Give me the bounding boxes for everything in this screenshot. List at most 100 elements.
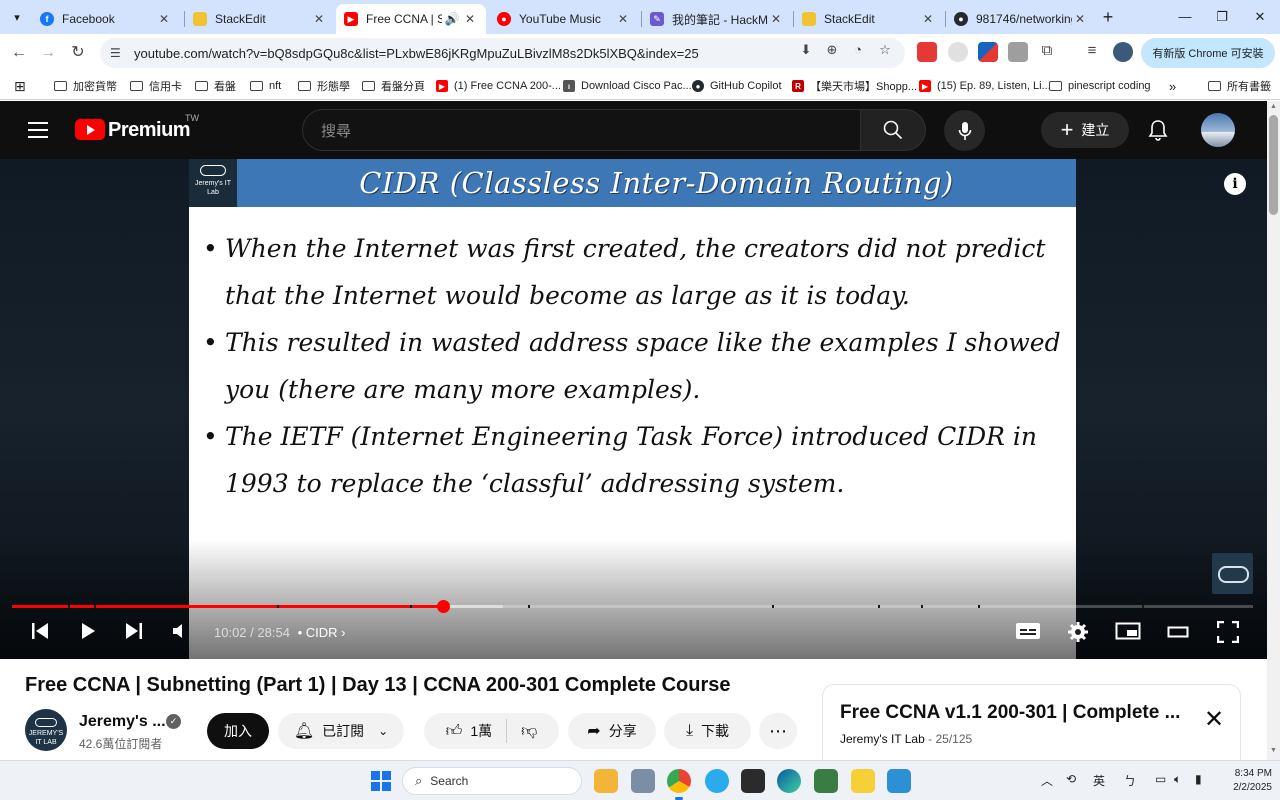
- show-hidden-icons-chevron-icon[interactable]: ︿: [1041, 772, 1053, 789]
- extension-icon[interactable]: [948, 42, 968, 62]
- info-icon[interactable]: i: [1224, 173, 1246, 195]
- edge-icon[interactable]: [777, 769, 801, 793]
- more-bookmarks-chevron-icon[interactable]: »: [1169, 77, 1176, 95]
- bookmark-folder[interactable]: pinescript coding: [1049, 77, 1151, 95]
- tab-github[interactable]: ● 981746/networking- ✕: [946, 4, 1096, 34]
- speaker-icon[interactable]: 🔈︎: [1174, 772, 1181, 787]
- create-button[interactable]: + 建立: [1041, 112, 1129, 148]
- taskbar-search-box[interactable]: ⌕ Search: [402, 767, 582, 795]
- tab-youtube-music[interactable]: ● YouTube Music ✕: [489, 4, 639, 34]
- chrome-icon[interactable]: [667, 769, 691, 793]
- new-tab-button[interactable]: +: [1098, 8, 1118, 28]
- media-control-icon[interactable]: ≡: [1083, 42, 1101, 60]
- search-input[interactable]: 搜尋: [302, 109, 861, 151]
- channel-watermark-icon[interactable]: [1212, 553, 1253, 594]
- apps-grid-icon[interactable]: ⊞: [14, 77, 26, 95]
- theater-mode-button[interactable]: [1165, 621, 1191, 647]
- file-explorer-icon[interactable]: [594, 769, 618, 793]
- back-arrow-icon[interactable]: ←: [8, 42, 30, 64]
- chrome-update-button[interactable]: 有新版 Chrome 可安裝: [1141, 38, 1275, 68]
- network-icon[interactable]: ▭: [1155, 772, 1166, 786]
- tab-hackmd[interactable]: ✎ 我的筆記 - HackMD ✕: [642, 4, 792, 34]
- search-button[interactable]: [860, 109, 926, 151]
- close-tab-icon[interactable]: ✕: [920, 12, 936, 26]
- scrubber-handle[interactable]: [436, 600, 450, 613]
- scroll-up-arrow-icon[interactable]: ▲: [1269, 103, 1278, 110]
- app-icon[interactable]: [631, 769, 655, 793]
- performance-icon[interactable]: ◔: [849, 41, 867, 59]
- tab-stackedit[interactable]: StackEdit ✕: [185, 4, 335, 34]
- app-icon[interactable]: [851, 769, 875, 793]
- subtitles-button[interactable]: [1014, 621, 1042, 647]
- miniplayer-button[interactable]: [1114, 621, 1142, 647]
- video-player[interactable]: Jeremy's IT Lab CIDR (Classless Inter-Do…: [0, 159, 1267, 659]
- bookmark-folder[interactable]: 加密貨幣: [54, 77, 117, 95]
- download-button[interactable]: ⤓ 下載: [664, 713, 751, 749]
- playlist-title[interactable]: Free CCNA v1.1 200-301 | Complete ...: [840, 702, 1185, 724]
- scroll-down-arrow-icon[interactable]: ▼: [1269, 747, 1278, 754]
- bookmark-folder[interactable]: nft: [250, 77, 281, 95]
- close-tab-icon[interactable]: ✕: [462, 12, 478, 26]
- share-button[interactable]: ➦ 分享: [568, 713, 656, 749]
- voice-search-button[interactable]: [944, 110, 985, 151]
- bookmark-folder[interactable]: 形態學: [298, 77, 350, 95]
- progress-bar[interactable]: [12, 600, 1253, 613]
- bookmark-star-icon[interactable]: ☆: [876, 41, 894, 59]
- more-actions-button[interactable]: ⋯: [759, 713, 797, 749]
- close-tab-icon[interactable]: ✕: [615, 12, 631, 26]
- extensions-puzzle-icon[interactable]: ⧉: [1038, 42, 1056, 60]
- sync-icon[interactable]: ⟲: [1066, 772, 1076, 786]
- bookmark-link[interactable]: ▶ (15) Ep. 89, Listen, Li...: [919, 77, 1051, 95]
- join-button[interactable]: 加入: [207, 713, 269, 749]
- notepad-icon[interactable]: [887, 769, 911, 793]
- bookmark-folder[interactable]: 信用卡: [130, 77, 182, 95]
- scrollbar-thumb[interactable]: [1269, 115, 1278, 215]
- channel-name[interactable]: Jeremy's ...: [79, 713, 166, 731]
- fullscreen-button[interactable]: [1215, 620, 1241, 647]
- app-icon[interactable]: [814, 769, 838, 793]
- zoom-icon[interactable]: ⊕: [823, 41, 841, 59]
- notifications-bell-icon[interactable]: [1147, 119, 1169, 141]
- site-info-icon[interactable]: ☰: [110, 46, 126, 60]
- close-tab-icon[interactable]: ✕: [311, 12, 327, 26]
- minimize-icon[interactable]: —: [1170, 6, 1200, 28]
- extension-icon[interactable]: [1008, 42, 1028, 62]
- bookmark-link[interactable]: ▶ (1) Free CCNA 200-...: [436, 77, 561, 95]
- new-extension-icon[interactable]: [917, 42, 937, 62]
- close-tab-icon[interactable]: ✕: [156, 12, 172, 26]
- address-bar[interactable]: ☰ youtube.com/watch?v=bQ8sdpGQu8c&list=P…: [100, 38, 905, 68]
- audio-playing-icon[interactable]: 🔊: [442, 12, 462, 26]
- close-playlist-icon[interactable]: ✕: [1201, 707, 1227, 733]
- ime-language-indicator[interactable]: 英: [1093, 772, 1105, 789]
- next-video-button[interactable]: [122, 621, 146, 647]
- volume-button[interactable]: [168, 621, 192, 647]
- youtube-premium-wordmark[interactable]: Premium: [108, 119, 191, 142]
- bookmark-folder[interactable]: 看盤分頁: [362, 77, 425, 95]
- close-tab-icon[interactable]: ✕: [1072, 12, 1088, 26]
- subscribed-button[interactable]: 🔔︎ 已訂閱 ⌄: [278, 713, 404, 749]
- tab-search-chevron-icon[interactable]: ▾: [6, 6, 28, 28]
- previous-video-button[interactable]: [28, 621, 52, 647]
- bookmark-link[interactable]: R 【樂天市場】Shopp...: [792, 77, 917, 95]
- all-bookmarks-folder[interactable]: 所有書籤: [1208, 77, 1271, 95]
- windows-start-icon[interactable]: [371, 771, 391, 791]
- youtube-logo-icon[interactable]: [75, 119, 105, 140]
- restore-icon[interactable]: ❐: [1207, 6, 1237, 28]
- telegram-icon[interactable]: [705, 769, 729, 793]
- tab-stackedit-2[interactable]: StackEdit ✕: [794, 4, 944, 34]
- tab-free-ccna[interactable]: ▶ Free CCNA | Subr 🔊 ✕: [336, 4, 486, 34]
- reload-icon[interactable]: ↻: [67, 42, 89, 64]
- chapter-title-button[interactable]: • CIDR ›: [298, 625, 346, 640]
- bookmark-link[interactable]: ı Download Cisco Pac...: [563, 77, 692, 95]
- settings-button[interactable]: [1065, 621, 1091, 647]
- terminal-icon[interactable]: [741, 769, 765, 793]
- bookmark-folder[interactable]: 看盤: [195, 77, 236, 95]
- thumbs-down-icon[interactable]: 👎︎: [521, 722, 537, 741]
- profile-avatar[interactable]: [1113, 42, 1133, 62]
- menu-hamburger-icon[interactable]: [28, 122, 48, 138]
- page-scrollbar[interactable]: ▲ ▼: [1267, 101, 1280, 760]
- extension-icon[interactable]: [978, 42, 998, 62]
- playlist-channel[interactable]: Jeremy's IT Lab: [840, 732, 925, 746]
- bookmark-link[interactable]: ● GitHub Copilot: [692, 77, 782, 95]
- tab-facebook[interactable]: f Facebook ✕: [32, 4, 180, 34]
